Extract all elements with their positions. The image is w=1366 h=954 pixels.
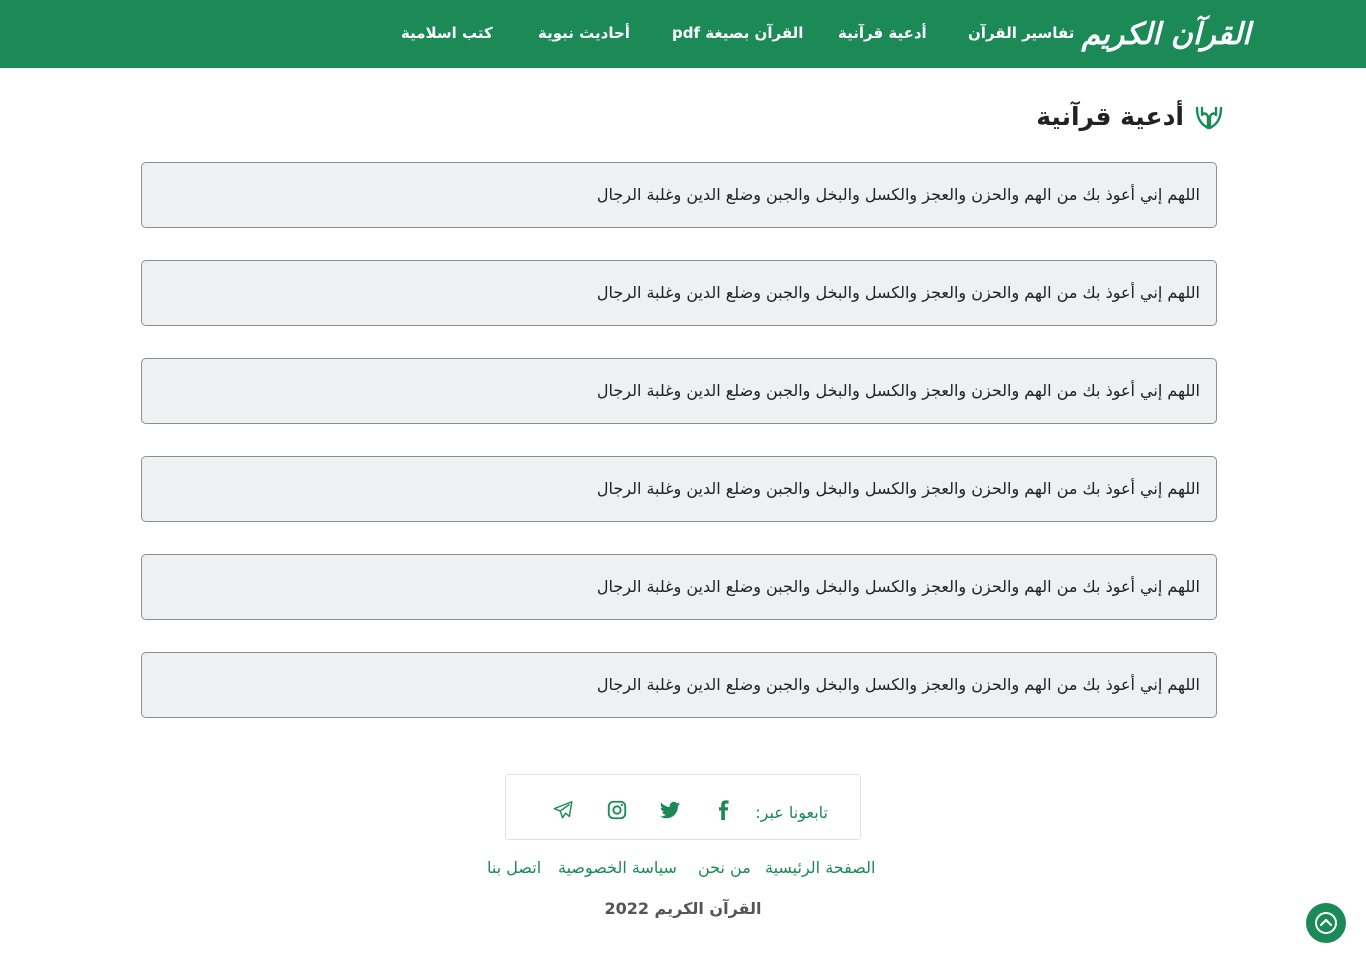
dua-card[interactable]: اللهم إني أعوذ بك من الهم والحزن والعجز … [141,554,1217,620]
telegram-icon[interactable] [552,799,574,821]
top-navbar: القرآن الكريم تفاسير القرآن أدعية قرآنية… [0,0,1366,68]
dua-text: اللهم إني أعوذ بك من الهم والحزن والعجز … [596,185,1200,204]
dua-text: اللهم إني أعوذ بك من الهم والحزن والعجز … [596,381,1200,400]
dua-card[interactable]: اللهم إني أعوذ بك من الهم والحزن والعجز … [141,652,1217,718]
nav-item-duas[interactable]: أدعية قرآنية [838,24,927,42]
logo-text: القرآن الكريم [1081,16,1253,52]
footer-link-privacy[interactable]: سياسة الخصوصية [558,858,677,877]
nav-item-islamic-books[interactable]: كتب اسلامية [401,24,493,42]
chevron-double-up-icon [1315,912,1337,934]
nav-item-quran-pdf[interactable]: القرآن بصيغة pdf [672,24,803,42]
nav-item-tafasir[interactable]: تفاسير القرآن [968,24,1074,42]
footer-link-contact[interactable]: اتصل بنا [487,858,541,877]
instagram-icon[interactable] [606,799,628,821]
nav-item-hadith[interactable]: أحاديث نبوية [538,24,630,42]
dua-card[interactable]: اللهم إني أعوذ بك من الهم والحزن والعجز … [141,456,1217,522]
dua-text: اللهم إني أعوذ بك من الهم والحزن والعجز … [596,675,1200,694]
dua-text: اللهم إني أعوذ بك من الهم والحزن والعجز … [596,283,1200,302]
footer-link-about[interactable]: من نحن [698,858,751,877]
scroll-to-top-button[interactable] [1306,903,1346,943]
facebook-icon[interactable] [713,799,735,821]
follow-label: تابعونا عبر: [755,803,828,822]
dua-card[interactable]: اللهم إني أعوذ بك من الهم والحزن والعجز … [141,162,1217,228]
footer-link-home[interactable]: الصفحة الرئيسية [765,858,875,877]
dua-card[interactable]: اللهم إني أعوذ بك من الهم والحزن والعجز … [141,260,1217,326]
praying-hands-icon [1195,106,1223,130]
social-follow-box: تابعونا عبر: [505,774,861,840]
twitter-icon[interactable] [659,799,681,821]
copyright-text: القرآن الكريم 2022 [604,899,762,918]
dua-text: اللهم إني أعوذ بك من الهم والحزن والعجز … [596,479,1200,498]
dua-card[interactable]: اللهم إني أعوذ بك من الهم والحزن والعجز … [141,358,1217,424]
dua-text: اللهم إني أعوذ بك من الهم والحزن والعجز … [596,577,1200,596]
page-title: أدعية قرآنية [1036,102,1184,131]
site-logo[interactable]: القرآن الكريم [1082,8,1253,60]
